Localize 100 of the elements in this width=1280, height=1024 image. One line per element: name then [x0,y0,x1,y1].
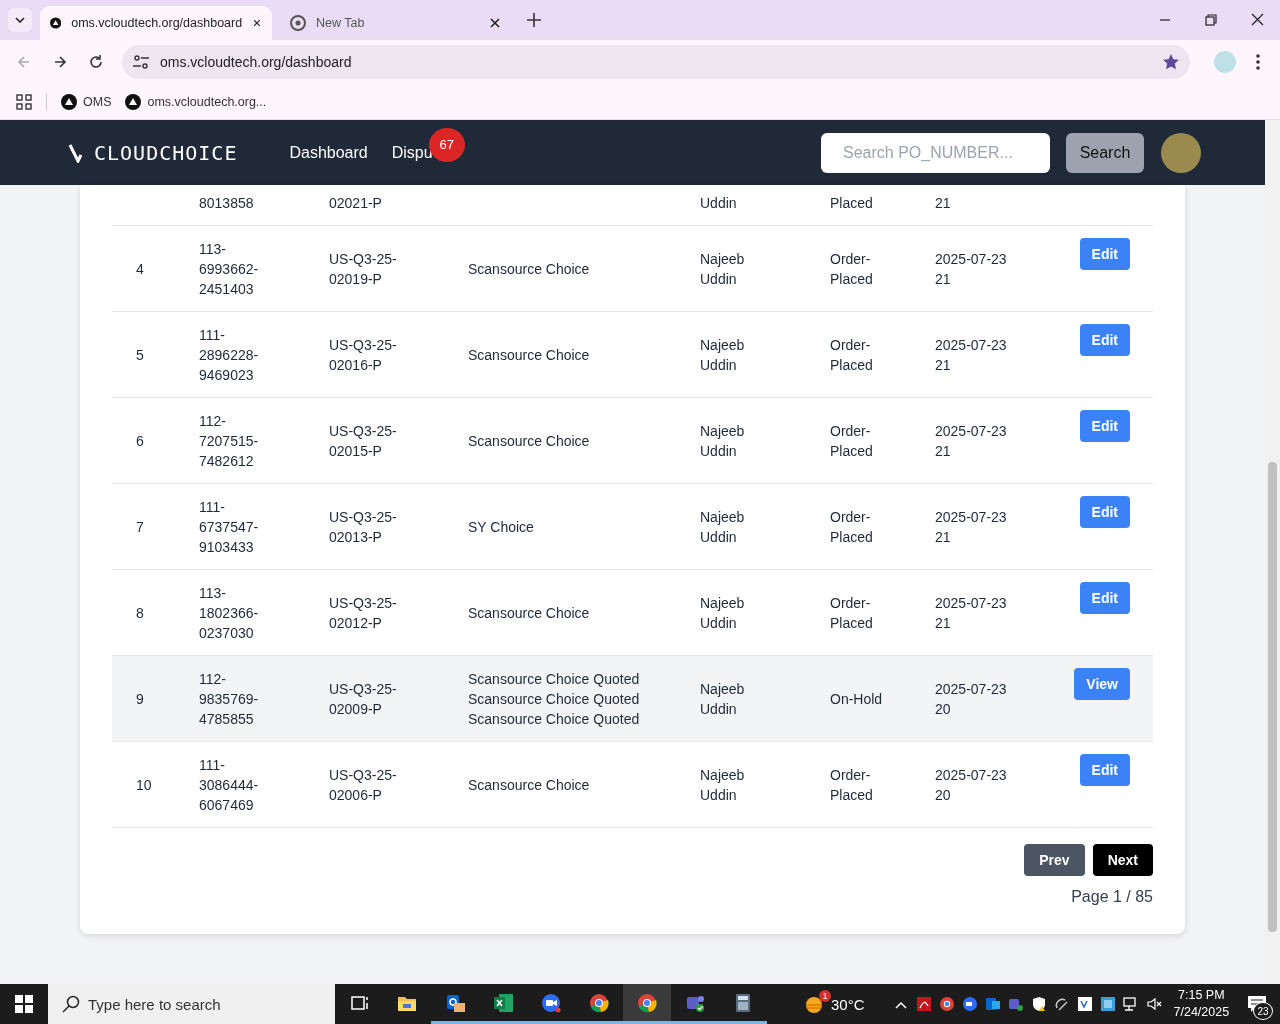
plus-icon[interactable] [524,10,544,30]
bookmark-link[interactable]: oms.vcloudtech.org... [147,94,267,109]
table-cell-text: 8013858 [199,194,255,213]
action-button[interactable]: Edit [1079,496,1130,528]
table-cell: SY Choice [468,518,534,535]
action-button[interactable]: Edit [1079,324,1130,356]
network-icon[interactable] [1122,996,1139,1012]
browser-tab[interactable]: oms.vcloudtech.org/dashboard [40,6,272,40]
search-button[interactable]: Search [1066,132,1144,173]
table-cell: 6 [136,432,144,449]
triangle-logo-icon [61,93,77,110]
table-cell-text: Order-Placed [830,593,874,633]
site-settings-icon[interactable] [132,54,150,70]
scrollbar[interactable] [1265,120,1280,984]
table-cell-text: Order-Placed [830,249,874,289]
team-app-icon[interactable] [1007,996,1024,1012]
table-cell-text: Najeeb Uddin [700,765,746,805]
action-button[interactable]: Edit [1079,238,1130,270]
action-button[interactable]: Edit [1079,410,1130,442]
table-cell-text: 111-6737547-9103433 [199,497,260,557]
temperature-text: 30°C [831,995,865,1013]
table-cell-text: US-Q3-25-02019-P [329,249,398,289]
time-text: 7:15 PM [1178,987,1225,1004]
table-cell-text: Placed [830,194,874,213]
table-cell-text: 2025-07-23 21 [935,421,1008,461]
address-bar[interactable]: oms.vcloudtech.org/dashboard [122,45,1190,79]
table-cell-text: 2025-07-23 20 [935,679,1008,719]
table-cell-text: US-Q3-25-02012-P [329,593,398,633]
table-cell-text: 02021-P [329,194,383,213]
table-cell: 8 [136,604,144,621]
table-cell-text: Order-Placed [830,335,874,375]
taskbar-app-button[interactable] [623,984,671,1024]
notification-count: 23 [1253,1002,1274,1020]
table-cell-text: 21 [935,194,952,213]
video-app-icon [541,992,561,1013]
table-cell-text: 111-3086444-6067469 [199,755,260,815]
pdf-icon[interactable] [915,996,932,1012]
date-text: 7/24/2025 [1173,1004,1230,1021]
app-tile-icon[interactable] [1076,996,1093,1012]
triangle-logo-icon [50,15,62,31]
bookmark-link[interactable]: OMS [83,94,112,109]
next-button[interactable]: Next [1092,844,1153,876]
star-icon[interactable] [1162,53,1180,71]
chevron-down-icon [15,17,25,23]
logo-text: CLOUDCHOICE [94,140,238,165]
table-cell-text: US-Q3-25-02009-P [329,679,398,719]
sun-icon[interactable] [803,994,825,1014]
table-cell-text: 2025-07-23 20 [935,765,1008,805]
prev-button[interactable]: Prev [1024,844,1085,876]
table-cell-text: US-Q3-25-02016-P [329,335,398,375]
video-app-icon[interactable] [961,996,978,1012]
table-cell: 7 [136,518,144,535]
calculator-icon [733,992,753,1013]
triangle-logo-icon [125,93,142,110]
table-cell: Scansource Choice [468,604,590,621]
table-cell: Scansource Choice [468,346,590,363]
action-button[interactable]: Edit [1079,754,1130,786]
table-cell: Scansource Choice Quoted Scansource Choice Quoted Scansource Choice Quoted [468,670,640,727]
browser-logo-icon [290,15,306,31]
shield-warning-icon[interactable] [1030,996,1047,1012]
nav-link[interactable]: Dispu [391,143,433,162]
table-cell-text: Uddin [700,194,738,213]
table-cell-text: Najeeb Uddin [700,593,746,633]
table-cell-text: Order-Placed [830,421,874,461]
browser-tab[interactable]: New Tab [280,6,512,40]
table-cell: Scansource Choice [468,260,590,277]
nav-link[interactable]: Dashboard [289,143,368,162]
table-cell-text: On-Hold [830,689,884,709]
close-icon[interactable] [488,16,502,30]
muted-speaker-icon[interactable] [1145,996,1162,1012]
table-cell-text: Najeeb Uddin [700,249,746,289]
windows-logo-icon[interactable] [15,995,33,1013]
table-cell: 10 [136,776,152,793]
table-cell-text: 112-9835769-4785855 [199,669,260,729]
user-avatar[interactable] [1161,132,1201,173]
mail-icon[interactable] [984,996,1001,1012]
browser-icon[interactable] [938,996,955,1012]
scrollbar-thumb[interactable] [1268,462,1277,932]
browser-icon [637,992,657,1013]
search-field[interactable]: Search PO_NUMBER... [821,132,1050,173]
page-indicator: Page 1 / 85 [1070,888,1153,906]
table-cell-text: 2025-07-23 21 [935,593,1008,633]
apps-grid-icon[interactable] [16,93,32,110]
browser-icon [589,992,609,1013]
table-cell-text: Najeeb Uddin [700,507,746,547]
spreadsheet-icon [493,992,513,1013]
table-cell: 9 [136,690,144,707]
table-cell: Scansource Choice [468,776,590,793]
table-cell-text: 2025-07-23 21 [935,507,1008,547]
url-text: oms.vcloudtech.org/dashboard [160,54,353,70]
tab-list-button[interactable] [8,8,32,32]
table-cell-text: US-Q3-25-02013-P [329,507,398,547]
clock[interactable]: 7:15 PM 7/24/2025 [1173,987,1230,1021]
taskbar-search-field[interactable]: Type here to search [48,984,335,1024]
table-cell: Scansource Choice [468,432,590,449]
table-cell-text: Najeeb Uddin [700,679,746,719]
table-cell: 5 [136,346,144,363]
action-button[interactable]: Edit [1079,582,1130,614]
action-button[interactable]: View [1074,668,1130,700]
app-tile-icon[interactable] [1099,996,1116,1012]
